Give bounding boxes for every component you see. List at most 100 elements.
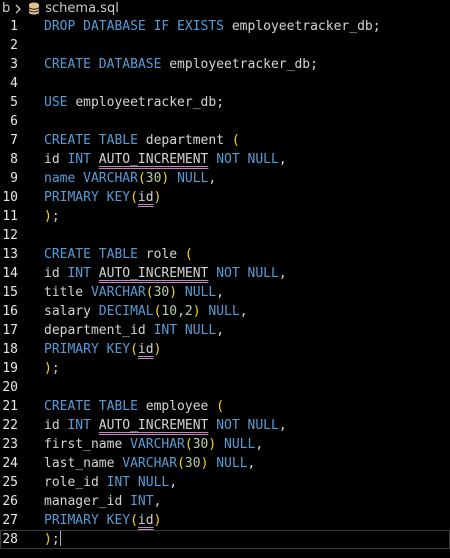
code-token: INT (67, 418, 99, 433)
code-line[interactable]: 21 CREATE TABLE employee ( (0, 397, 450, 416)
code-token: name (44, 171, 84, 186)
line-code: first_name VARCHAR(30) NULL, (44, 435, 263, 454)
code-token: department (145, 133, 232, 148)
code-token: DROP DATABASE IF EXISTS (44, 19, 232, 34)
code-token: , (208, 171, 217, 186)
code-token: VARCHAR (83, 171, 138, 186)
line-number: 15 (2, 285, 18, 300)
line-code: ); (44, 530, 61, 549)
code-token: 30 (192, 437, 209, 452)
code-line[interactable]: 13 CREATE TABLE role ( (0, 245, 450, 264)
code-token: PRIMARY KEY (44, 190, 131, 205)
code-token: ) (153, 513, 162, 528)
line-number: 22 (2, 418, 18, 433)
code-token: , (247, 456, 256, 471)
line-number: 8 (10, 152, 18, 167)
code-line[interactable]: 18 PRIMARY KEY(id) (0, 340, 450, 359)
code-line[interactable]: 14 id INT AUTO_INCREMENT NOT NULL, (0, 264, 450, 283)
code-line[interactable]: 22 id INT AUTO_INCREMENT NOT NULL, (0, 416, 450, 435)
code-token: ( (184, 247, 193, 262)
breadcrumb-file-name[interactable]: schema.sql (45, 0, 119, 17)
code-token: ( (177, 456, 185, 471)
code-token: ( (216, 399, 225, 414)
code-token: VARCHAR (90, 285, 146, 300)
code-token: DECIMAL (98, 304, 154, 319)
line-number: 19 (2, 361, 18, 376)
code-line[interactable]: 19); (0, 359, 450, 378)
code-line[interactable]: 10 PRIMARY KEY(id) (0, 188, 450, 207)
line-number: 14 (2, 266, 18, 281)
code-line[interactable]: 11); (0, 207, 450, 226)
database-icon (28, 2, 40, 15)
code-token: , (216, 323, 225, 338)
code-token: NULL (177, 285, 217, 300)
line-code: CREATE TABLE role ( (44, 245, 193, 264)
code-token: AUTO_INCREMENT (98, 152, 209, 167)
code-token: ) (169, 285, 178, 300)
code-line[interactable]: 17 department_id INT NULL, (0, 321, 450, 340)
line-number: 13 (2, 247, 18, 262)
code-line[interactable]: 1 DROP DATABASE IF EXISTS employeetracker… (0, 17, 450, 36)
code-token: , (239, 304, 248, 319)
code-token: salary (44, 304, 99, 319)
code-line[interactable]: 9 name VARCHAR(30) NULL, (0, 169, 450, 188)
line-number: 20 (2, 380, 18, 395)
code-token: INT (153, 323, 178, 338)
code-token: NULL (216, 437, 256, 452)
code-token: NOT NULL (208, 152, 279, 167)
code-token: ( (137, 171, 146, 186)
line-code: salary DECIMAL(10,2) NULL, (44, 302, 248, 321)
code-line[interactable]: 3 CREATE DATABASE employeetracker_db; (0, 55, 450, 74)
code-token: CREATE TABLE (44, 399, 146, 414)
line-code: ); (44, 359, 60, 378)
code-line[interactable]: 16 salary DECIMAL(10,2) NULL, (0, 302, 450, 321)
code-token: ) (192, 304, 201, 319)
code-line[interactable]: 7 CREATE TABLE department ( (0, 131, 450, 150)
line-code: PRIMARY KEY(id) (44, 188, 161, 207)
code-token: ( (184, 437, 193, 452)
line-code: title VARCHAR(30) NULL, (44, 283, 224, 302)
code-token: PRIMARY KEY (44, 513, 131, 528)
line-number: 4 (10, 76, 18, 91)
text-cursor (59, 531, 61, 546)
code-token: ; (216, 95, 225, 110)
code-line[interactable]: 15 title VARCHAR(30) NULL, (0, 283, 450, 302)
code-line[interactable]: 4 (0, 74, 450, 93)
code-token: last_name (44, 456, 123, 471)
chevron-right-icon (13, 4, 23, 14)
line-number: 18 (2, 342, 18, 357)
code-line[interactable]: 24 last_name VARCHAR(30) NULL, (0, 454, 450, 473)
code-token: INT (130, 494, 154, 509)
line-code: CREATE DATABASE employeetracker_db; (44, 55, 318, 74)
code-line[interactable]: 8 id INT AUTO_INCREMENT NOT NULL, (0, 150, 450, 169)
code-token: department_id (44, 323, 154, 338)
code-line[interactable]: 25 role_id INT NULL, (0, 473, 450, 492)
code-token: INT (106, 475, 131, 490)
code-editor[interactable]: 1 DROP DATABASE IF EXISTS employeetracker… (0, 17, 450, 558)
code-line[interactable]: 26 manager_id INT, (0, 492, 450, 511)
line-code: id INT AUTO_INCREMENT NOT NULL, (44, 416, 287, 435)
code-line[interactable]: 5 USE employeetracker_db; (0, 93, 450, 112)
code-line[interactable]: 27 PRIMARY KEY(id) (0, 511, 450, 530)
code-token: 30 (145, 171, 162, 186)
line-number: 9 (10, 171, 18, 186)
code-line[interactable]: 6 (0, 112, 450, 131)
code-token: 30 (153, 285, 170, 300)
code-line[interactable]: 20 (0, 378, 450, 397)
code-line[interactable]: 23 first_name VARCHAR(30) NULL, (0, 435, 450, 454)
code-token: ) (44, 361, 52, 376)
line-code: CREATE TABLE department ( (44, 131, 240, 150)
code-token: ; (51, 361, 60, 376)
code-line[interactable]: 12 (0, 226, 450, 245)
breadcrumb-root[interactable]: b (2, 0, 10, 17)
line-number: 23 (2, 437, 18, 452)
code-token: ) (44, 209, 52, 224)
code-token: NOT NULL (208, 418, 279, 433)
code-line[interactable]: 28); (0, 530, 450, 549)
line-number: 2 (10, 38, 18, 53)
line-code: manager_id INT, (44, 492, 161, 511)
code-token: 10 (161, 304, 178, 319)
code-token: id (137, 190, 154, 205)
code-line[interactable]: 2 (0, 36, 450, 55)
code-token: id (44, 152, 68, 167)
